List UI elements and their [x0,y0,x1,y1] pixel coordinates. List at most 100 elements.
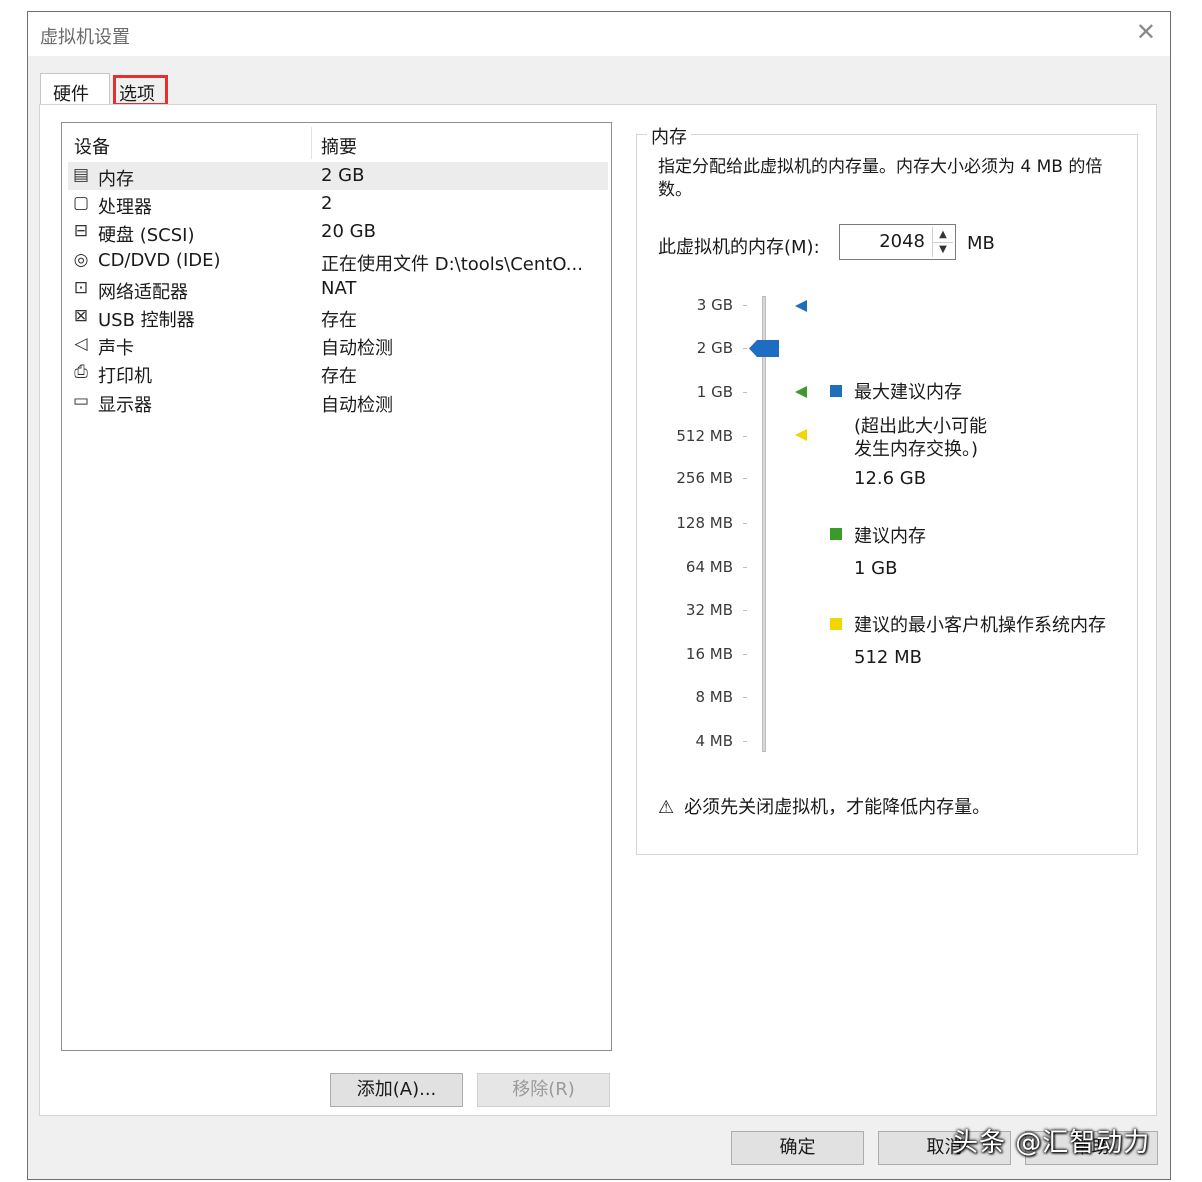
memory-warning-text: 必须先关闭虚拟机，才能降低内存量。 [684,797,991,818]
column-divider[interactable] [311,127,312,159]
memory-scale-tick [743,348,747,349]
memory-slider-track[interactable] [762,296,766,752]
watermark: 头条 @汇智动力 [952,1128,1151,1158]
add-device-button[interactable]: 添加(A)... [330,1073,463,1107]
memory-spinbox[interactable]: 2048 ▲ ▼ [839,224,956,260]
device-summary: 2 [321,193,333,215]
processor-icon: ▢ [72,193,90,214]
memory-group-title: 内存 [647,123,691,149]
tab-options[interactable]: 选项 [113,75,168,106]
memory-scale-tick [743,478,747,479]
memory-scale-label: 4 MB [695,732,733,750]
memory-scale-tick [743,697,747,698]
recommended-value: 1 GB [854,558,898,579]
memory-scale-label: 256 MB [676,469,733,487]
cd-dvd-icon: ◎ [73,249,89,270]
device-summary: 自动检测 [321,394,393,416]
device-list-header: 设备 摘要 [62,123,611,161]
display-icon: ▭ [72,390,90,411]
memory-scale-label: 64 MB [685,558,733,576]
device-summary: 存在 [321,366,357,388]
column-header-summary[interactable]: 摘要 [321,133,357,159]
title-bar: 虚拟机设置 ✕ [28,12,1170,56]
ok-button[interactable]: 确定 [731,1131,864,1165]
device-summary: NAT [321,277,357,299]
usb-icon: ⊠ [73,306,89,326]
memory-scale-tick [743,741,747,742]
memory-unit: MB [967,233,995,254]
memory-warning: ⚠ 必须先关闭虚拟机，才能降低内存量。 [658,793,990,819]
remove-device-button[interactable]: 移除(R) [477,1073,610,1107]
max-recommended-value: 12.6 GB [854,468,927,489]
device-name: 打印机 [98,366,152,388]
column-header-device[interactable]: 设备 [74,133,110,159]
device-name: 处理器 [98,197,152,219]
max-recommended-note-1: (超出此大小可能 [854,416,988,437]
max-recommended-marker-icon [795,300,807,312]
device-name: 网络适配器 [98,281,188,303]
close-icon[interactable]: ✕ [1136,18,1156,46]
memory-value-input[interactable]: 2048 [879,231,925,252]
device-list[interactable]: 设备 摘要 ▤ 内存 2 GB ▢ 处理器 2 ⊟ 硬盘 (SCSI) 20 GB ◎ CD/DVD… [61,122,612,1051]
memory-scale-tick [743,436,747,437]
memory-icon: ▤ [72,165,90,185]
device-name: CD/DVD (IDE) [98,249,221,271]
memory-scale-label: 1 GB [696,383,733,401]
minimum-legend-swatch [830,618,842,630]
minimum-value: 512 MB [854,647,922,668]
harddisk-icon: ⊟ [73,221,89,242]
recommended-marker-icon [795,386,807,398]
max-legend-swatch [830,385,842,397]
device-row[interactable]: ▤ 内存 2 GB [68,162,608,190]
memory-scale-label: 2 GB [696,339,733,357]
memory-scale-tick [743,610,747,611]
memory-scale-tick [743,523,747,524]
memory-scale-label: 32 MB [685,601,733,619]
memory-scale-label: 128 MB [676,514,733,532]
device-name: 内存 [98,169,134,190]
memory-scale-tick [743,392,747,393]
hardware-tab-content: 设备 摘要 ▤ 内存 2 GB ▢ 处理器 2 ⊟ 硬盘 (SCSI) 20 GB ◎ CD/DVD… [39,104,1157,1116]
device-row[interactable]: ◁ 声卡 自动检测 [68,331,608,359]
device-row[interactable]: ⎙ 打印机 存在 [68,359,608,387]
window-title: 虚拟机设置 [40,27,130,48]
memory-scale-label: 16 MB [685,645,733,663]
device-summary: 20 GB [321,221,376,243]
device-summary: 存在 [321,310,357,331]
spin-up-icon[interactable]: ▲ [933,227,953,243]
max-recommended-title: 最大建议内存 [854,382,962,403]
device-row[interactable]: ▢ 处理器 2 [68,190,608,218]
recommended-title: 建议内存 [854,526,926,547]
warning-triangle-icon: ⚠ [658,797,675,818]
device-name: 显示器 [98,394,152,416]
memory-scale-tick [743,567,747,568]
device-row[interactable]: ◎ CD/DVD (IDE) 正在使用文件 D:\tools\CentO... [68,247,608,275]
device-name: 硬盘 (SCSI) [98,225,195,247]
device-name: USB 控制器 [98,310,195,331]
memory-slider-thumb[interactable] [749,340,779,357]
memory-description: 指定分配给此虚拟机的内存量。内存大小必须为 4 MB 的倍数。 [658,157,1103,200]
memory-scale-label: 8 MB [695,688,733,706]
memory-scale-label: 512 MB [676,427,733,445]
device-row[interactable]: ⊡ 网络适配器 NAT [68,275,608,303]
device-name: 声卡 [98,338,134,360]
device-row[interactable]: ▭ 显示器 自动检测 [68,388,608,416]
memory-scale-label: 3 GB [696,296,733,314]
memory-group: 内存 指定分配给此虚拟机的内存量。内存大小必须为 4 MB 的倍数。 此虚拟机的… [636,123,1138,855]
device-summary: 自动检测 [321,338,393,360]
spin-down-icon[interactable]: ▼ [933,242,953,257]
memory-scale-tick [743,305,747,306]
spin-arrows: ▲ ▼ [932,227,953,257]
max-recommended-note-2: 发生内存交换。) [854,439,979,460]
recommended-legend-swatch [830,528,842,540]
device-row[interactable]: ⊠ USB 控制器 存在 [68,303,608,331]
vm-settings-window: 虚拟机设置 ✕ 硬件 选项 设备 摘要 ▤ 内存 2 GB ▢ 处理器 2 ⊟ 硬盘 (SCS… [27,11,1171,1180]
sound-card-icon: ◁ [74,334,88,355]
printer-icon: ⎙ [74,362,88,383]
minimum-marker-icon [795,429,807,441]
device-summary: 2 GB [321,165,365,186]
network-adapter-icon: ⊡ [73,277,89,298]
memory-label: 此虚拟机的内存(M): [658,237,820,258]
device-row[interactable]: ⊟ 硬盘 (SCSI) 20 GB [68,218,608,246]
minimum-title: 建议的最小客户机操作系统内存 [854,615,1106,636]
